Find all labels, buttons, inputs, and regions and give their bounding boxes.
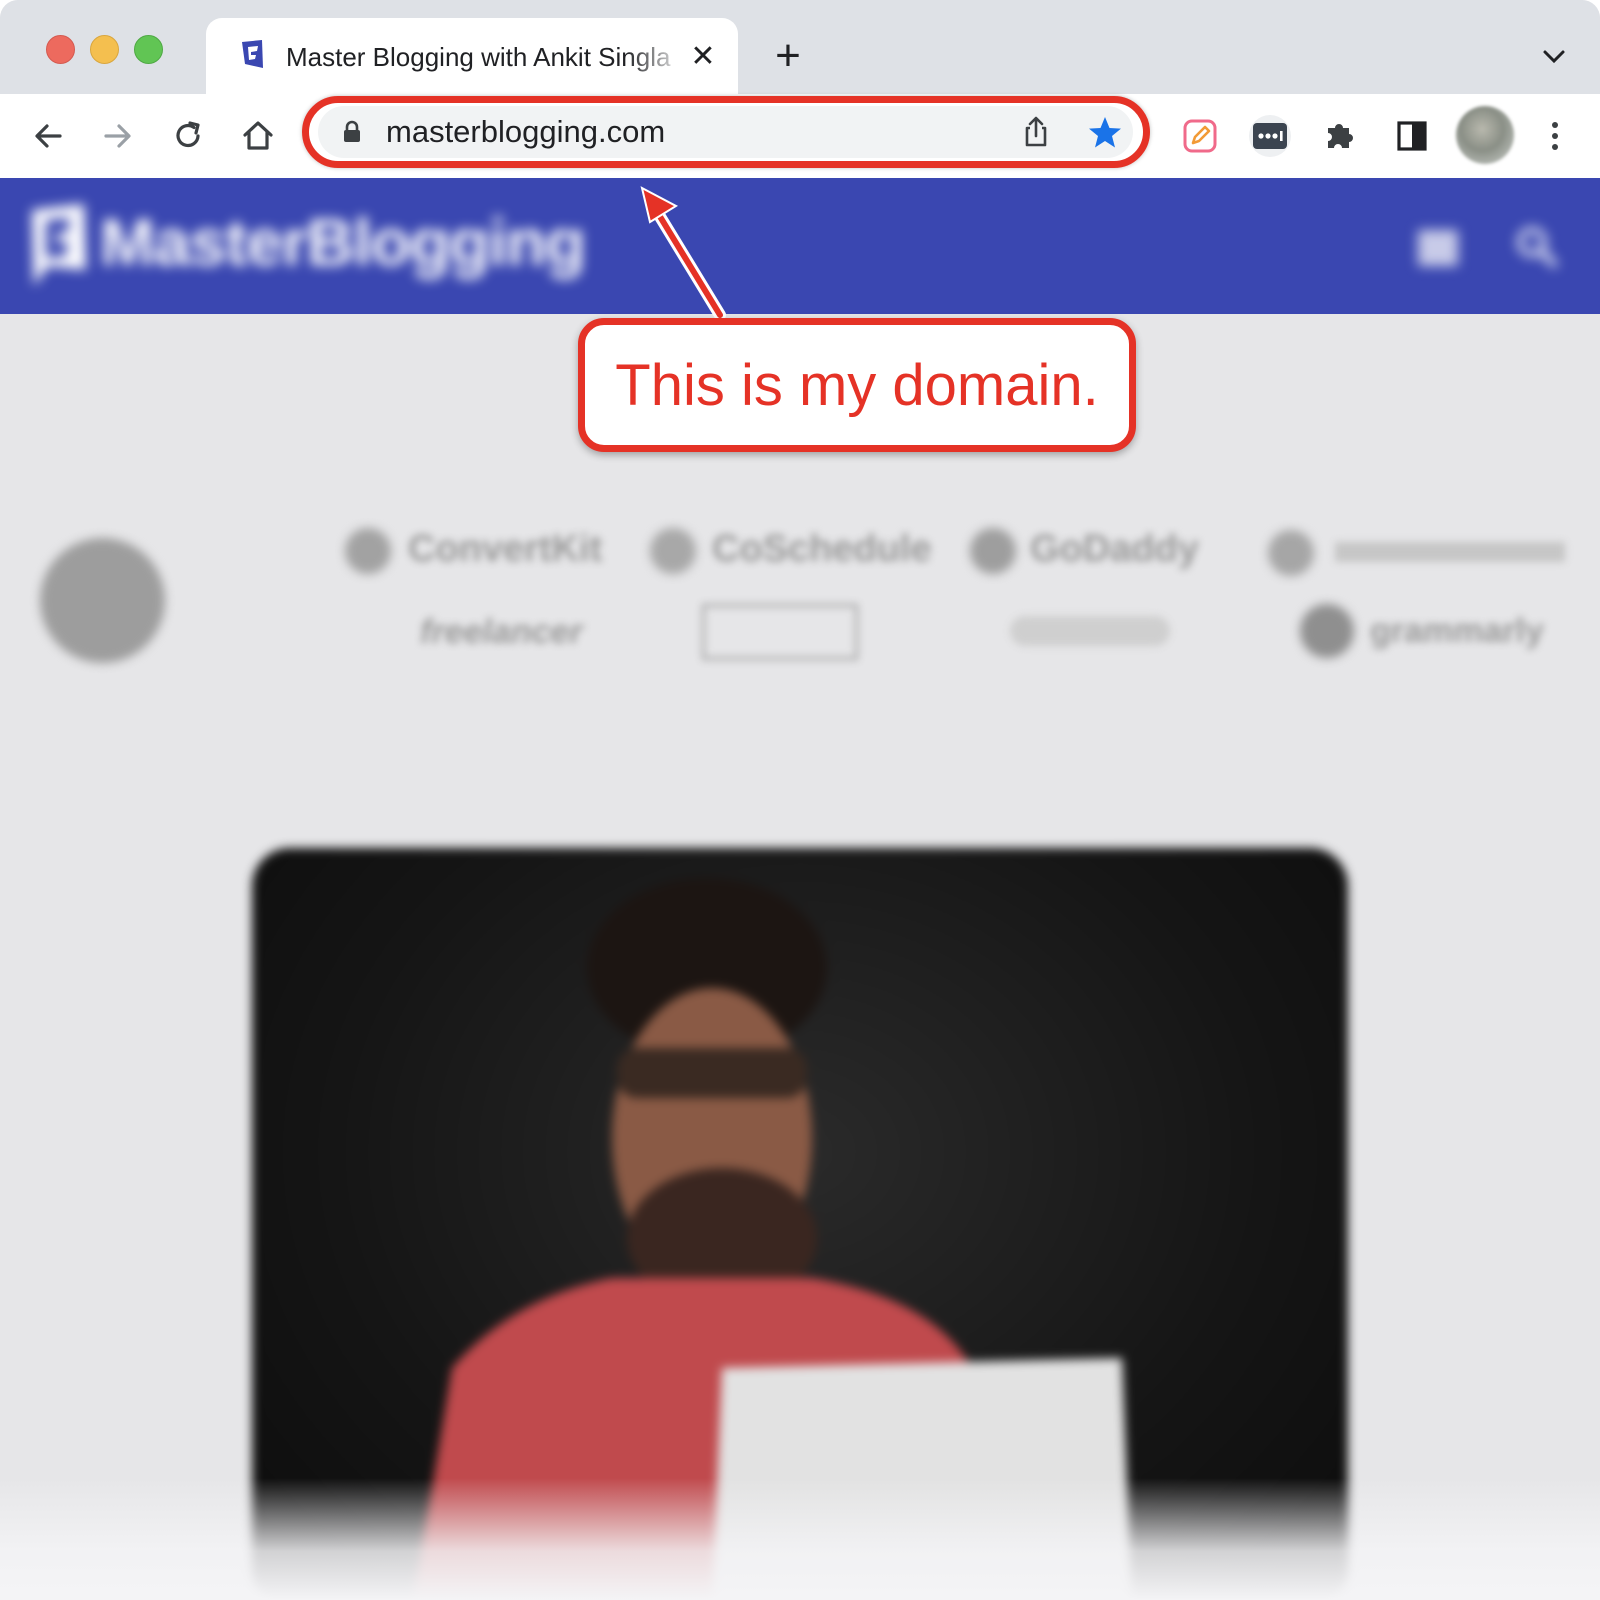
address-bar[interactable]: masterblogging.com (318, 106, 1133, 158)
reload-icon (176, 121, 200, 148)
site-logo-icon (32, 204, 86, 286)
chevron-down-icon[interactable] (1538, 40, 1570, 72)
grammarly-logo-icon (1300, 604, 1354, 658)
home-button[interactable] (236, 114, 280, 158)
annotation-callout: This is my domain. (578, 318, 1136, 452)
back-button[interactable] (26, 114, 70, 158)
partner-logo: grammarly (1370, 612, 1544, 650)
forward-button[interactable] (96, 114, 140, 158)
url-text[interactable]: masterblogging.com (386, 114, 665, 150)
lock-icon[interactable] (338, 118, 366, 146)
partner-logo: ConvertKit (408, 528, 603, 570)
profile-avatar[interactable] (1456, 106, 1514, 164)
side-panel-icon[interactable] (1390, 114, 1434, 158)
tab-strip: Master Blogging with Ankit Singla ✕ + (0, 0, 1600, 94)
extensions-puzzle-icon[interactable] (1318, 114, 1362, 158)
annotation-text: This is my domain. (615, 352, 1099, 418)
back-arrow-icon (35, 124, 62, 148)
partner-logo-blur (1335, 542, 1565, 562)
site-favicon-icon (242, 40, 263, 68)
partner-logo-blur (1010, 616, 1170, 646)
annotation-arrow-icon (640, 186, 726, 321)
home-icon (243, 121, 273, 150)
bookmark-star-icon[interactable] (1086, 114, 1124, 152)
coschedule-logo-icon (650, 528, 696, 574)
partner-logo: CoSchedule (712, 528, 932, 570)
partner-logo: GoDaddy (1030, 528, 1199, 570)
partner-logo: freelancer (420, 613, 583, 651)
more-menu-icon[interactable] (1540, 114, 1570, 158)
new-tab-button[interactable]: + (768, 34, 808, 78)
browser-toolbar: masterblogging.com (0, 94, 1600, 179)
cmi-logo (40, 538, 165, 663)
partner-logos: ConvertKit CoSchedule GoDaddy freelancer… (0, 508, 1600, 688)
partner-logo-icon (1268, 530, 1314, 576)
page-bottom-fade (0, 1478, 1600, 1600)
minimize-window-button[interactable] (90, 35, 119, 64)
menu-icon[interactable] (1416, 228, 1460, 268)
tab-title: Master Blogging with Ankit Singla (286, 42, 671, 72)
maximize-window-button[interactable] (134, 35, 163, 64)
site-header: MasterBlogging (0, 178, 1600, 314)
partner-logo-box (702, 604, 858, 660)
extension-edit-icon[interactable] (1178, 114, 1222, 158)
convertkit-logo-icon (345, 528, 391, 574)
search-icon[interactable] (1512, 222, 1560, 270)
forward-arrow-icon (104, 124, 131, 148)
browser-window: Master Blogging with Ankit Singla ✕ + ma… (0, 0, 1600, 1600)
tab-close-button[interactable]: ✕ (686, 40, 720, 74)
reload-button[interactable] (166, 114, 210, 158)
tab-active[interactable]: Master Blogging with Ankit Singla ✕ (206, 18, 738, 94)
password-manager-icon[interactable] (1248, 114, 1292, 158)
close-window-button[interactable] (46, 35, 75, 64)
share-icon[interactable] (1018, 114, 1054, 150)
godaddy-logo-icon (970, 528, 1016, 574)
site-logo-text: MasterBlogging (100, 205, 586, 279)
